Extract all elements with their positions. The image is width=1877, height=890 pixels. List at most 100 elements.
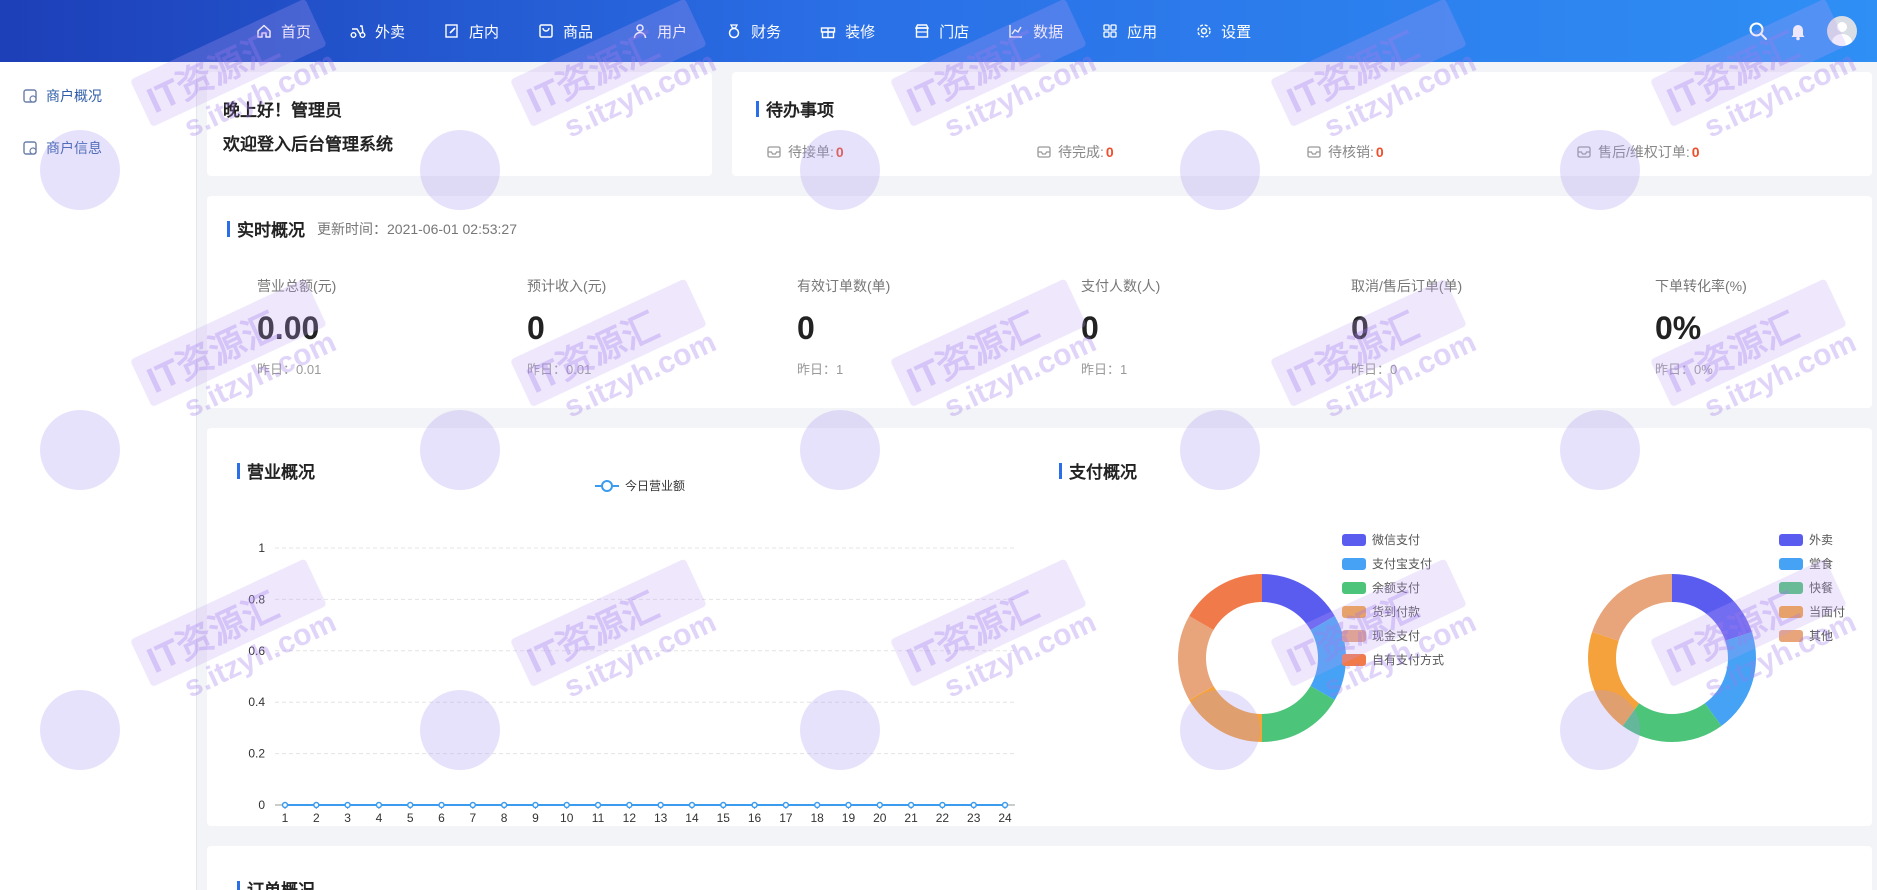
metric-item: 预计收入(元) 0 昨日：0.01 <box>527 276 606 378</box>
x-tick-label: 18 <box>810 811 824 824</box>
legend-label: 外卖 <box>1809 533 1834 547</box>
nav-item-5[interactable]: 财务 <box>725 0 781 62</box>
donut-slice[interactable] <box>1672 574 1752 641</box>
donut-slice[interactable] <box>1262 574 1335 630</box>
legend-swatch <box>1342 557 1366 570</box>
donut-slice[interactable] <box>1177 616 1214 700</box>
donut-slice[interactable] <box>1704 632 1757 726</box>
data-point <box>970 801 977 809</box>
donut-slice[interactable] <box>1310 616 1347 700</box>
metric-item: 下单转化率(%) 0% 昨日：0% <box>1655 276 1747 378</box>
nav-item-3[interactable]: 商品 <box>537 0 593 62</box>
todo-label: 售后/维权订单: <box>1598 144 1690 160</box>
nav-item-8[interactable]: 数据 <box>1007 0 1063 62</box>
legend-item[interactable]: 微信支付 <box>1342 531 1420 548</box>
legend-marker <box>601 480 613 492</box>
metric-yesterday: 昨日：0% <box>1655 362 1713 377</box>
sidebar-item-overview[interactable]: 商户概况 <box>0 70 196 122</box>
nav-item-6[interactable]: 装修 <box>819 0 875 62</box>
inbox-icon <box>1036 144 1052 160</box>
todo-count: 0 <box>1691 144 1700 160</box>
legend-label: 支付宝支付 <box>1372 557 1433 571</box>
metric-yesterday: 昨日：1 <box>797 362 844 377</box>
nav-item-1[interactable]: 外卖 <box>349 0 405 62</box>
search-icon[interactable] <box>1747 20 1769 42</box>
metric-yesterday: 昨日：0.01 <box>527 362 592 377</box>
x-tick-label: 7 <box>469 811 476 824</box>
nav-item-10[interactable]: 设置 <box>1195 0 1251 62</box>
todo-item[interactable]: 待核销: 0 <box>1306 142 1576 162</box>
todo-item[interactable]: 售后/维权订单: 0 <box>1576 142 1846 162</box>
nav-item-4[interactable]: 用户 <box>631 0 687 62</box>
avatar[interactable] <box>1827 16 1857 46</box>
metric-label: 有效订单数(单) <box>797 278 891 294</box>
nav-item-9[interactable]: 应用 <box>1101 0 1157 62</box>
data-point <box>688 801 696 809</box>
todo-item[interactable]: 待接单: 0 <box>766 142 1036 162</box>
legend-item[interactable]: 外卖 <box>1779 531 1833 548</box>
nav-item-label: 应用 <box>1127 23 1158 41</box>
data-point <box>782 801 790 809</box>
todo-label: 待接单: <box>788 144 834 160</box>
nav-item-label: 首页 <box>281 23 312 41</box>
realtime-title: 实时概况 更新时间：2021-06-01 02:53:27 <box>227 216 517 241</box>
metric-label: 下单转化率(%) <box>1655 278 1747 294</box>
x-tick-label: 12 <box>623 811 637 824</box>
x-tick-label: 21 <box>904 811 918 824</box>
money-bag-icon <box>725 22 743 40</box>
data-point <box>626 801 633 809</box>
metric-value: 0.00 <box>257 310 320 346</box>
donut-slice[interactable] <box>1587 632 1640 726</box>
overview-icon <box>22 88 38 104</box>
data-point <box>594 801 602 809</box>
donut-slice[interactable] <box>1262 686 1335 742</box>
legend-item[interactable]: 货到付款 <box>1342 603 1420 620</box>
legend-item[interactable]: 余额支付 <box>1342 579 1420 596</box>
inbox-icon <box>766 144 782 160</box>
todo-list: 待接单: 0 待完成: 0 待核销: 0 售后/维权订单: 0 <box>766 142 1846 162</box>
nav-item-7[interactable]: 门店 <box>913 0 969 62</box>
legend-item[interactable]: 现金支付 <box>1342 627 1420 644</box>
legend-item[interactable]: 其他 <box>1779 627 1833 644</box>
home-icon <box>255 22 273 40</box>
gear-icon <box>1195 22 1213 40</box>
x-tick-label: 2 <box>313 811 320 824</box>
info-icon <box>22 140 38 156</box>
x-tick-label: 13 <box>654 811 668 824</box>
nav-item-label: 装修 <box>845 23 876 41</box>
bag-icon <box>537 22 555 40</box>
legend-swatch <box>1779 629 1803 642</box>
payment-method-donut <box>1177 574 1347 742</box>
donut-slice[interactable] <box>1622 703 1722 742</box>
donut-slice[interactable] <box>1189 686 1262 742</box>
sidebar-item-info[interactable]: 商户信息 <box>0 122 196 174</box>
todo-item[interactable]: 待完成: 0 <box>1036 142 1306 162</box>
greeting: 晚上好！管理员 <box>223 101 342 120</box>
data-point <box>845 801 852 809</box>
legend-item[interactable]: 快餐 <box>1779 579 1833 596</box>
legend-swatch <box>1779 605 1803 618</box>
todo-label: 待完成: <box>1058 144 1104 160</box>
update-time: 更新时间：2021-06-01 02:53:27 <box>317 220 517 237</box>
legend-item[interactable]: 当面付 <box>1779 603 1845 620</box>
legend-label: 现金支付 <box>1372 629 1421 643</box>
legend-item[interactable]: 堂食 <box>1779 555 1833 572</box>
todo-count: 0 <box>1105 144 1114 160</box>
data-point <box>1001 801 1009 809</box>
donut-slice[interactable] <box>1189 574 1262 630</box>
data-point <box>313 801 320 809</box>
y-tick-label: 0.2 <box>248 747 265 761</box>
bell-icon[interactable] <box>1787 20 1809 42</box>
nav-item-2[interactable]: 店内 <box>443 0 499 62</box>
metric-label: 营业总额(元) <box>257 278 337 294</box>
legend-swatch <box>1779 581 1803 594</box>
main-nav: 首页 外卖 店内 商品 用户 财务 装修 门店 数据 应用 设置 <box>255 0 1289 62</box>
legend-swatch <box>1342 653 1366 666</box>
donut-slice[interactable] <box>1592 574 1672 641</box>
nav-item-0[interactable]: 首页 <box>255 0 311 62</box>
legend-item[interactable]: 支付宝支付 <box>1342 555 1432 572</box>
data-point <box>751 801 758 809</box>
legend-swatch <box>1779 533 1803 546</box>
legend-item[interactable]: 自有支付方式 <box>1342 651 1444 668</box>
sidebar-item-label: 商户概况 <box>46 88 102 104</box>
